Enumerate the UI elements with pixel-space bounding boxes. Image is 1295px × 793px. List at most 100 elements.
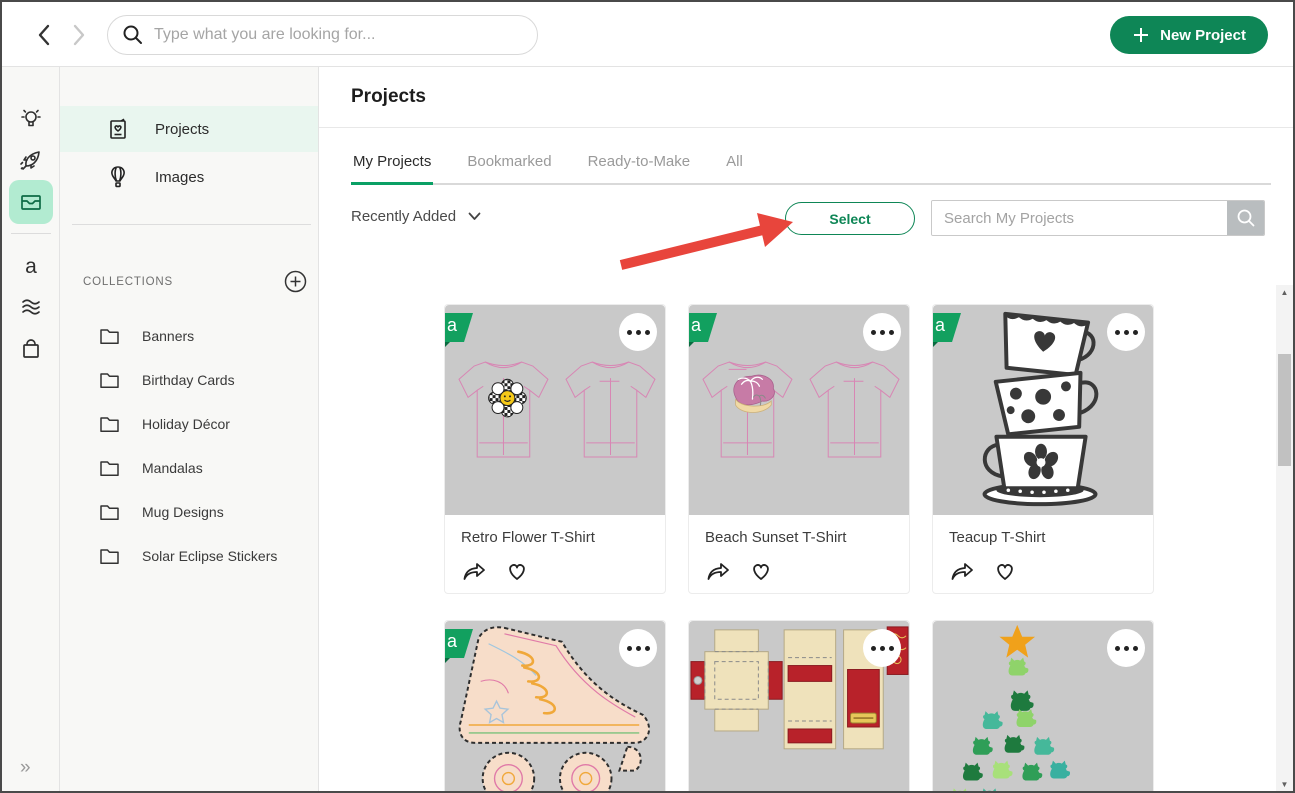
tab-my-projects[interactable]: My Projects [351,145,433,185]
main-content: Projects My Projects Bookmarked Ready-to… [319,67,1295,793]
share-icon [705,559,731,583]
rail-item-patterns[interactable] [9,285,53,329]
favorite-button[interactable] [749,559,773,583]
rail-item-projects[interactable] [9,180,53,224]
access-logo-icon: a [25,256,37,277]
rail-item-access[interactable]: a [9,244,53,288]
project-thumbnail[interactable]: a [445,305,665,515]
new-project-button[interactable]: New Project [1110,16,1268,54]
project-search-button[interactable] [1227,201,1264,235]
folder-icon [99,459,120,477]
scroll-up-button[interactable]: ▲ [1276,285,1293,301]
card-menu-button[interactable] [863,313,901,351]
heart-icon [505,559,529,583]
chevron-left-icon [37,24,51,46]
forward-button[interactable] [64,20,94,50]
card-title: Beach Sunset T-Shirt [705,529,893,546]
card-menu-button[interactable] [1107,313,1145,351]
folder-item-mandalas[interactable]: Mandalas [60,446,318,490]
folder-icon [99,547,120,565]
chevron-down-icon [468,212,481,221]
inbox-tray-icon [18,189,44,215]
expand-sidebar-button[interactable]: » [20,757,31,779]
rocket-icon [18,147,44,173]
project-card [688,620,910,793]
folder-item-holiday-decor[interactable]: Holiday Décor [60,402,318,446]
share-icon [461,559,487,583]
rail-item-inspiration[interactable] [9,97,53,141]
sort-label: Recently Added [351,208,456,225]
plus-icon [1132,26,1150,44]
project-search-input[interactable] [932,201,1227,235]
card-footer: Retro Flower T-Shirt [445,515,665,583]
select-button[interactable]: Select [785,202,915,235]
folder-item-banners[interactable]: Banners [60,314,318,358]
folder-label: Banners [142,328,194,344]
project-card: a [444,620,666,793]
card-title: Teacup T-Shirt [949,529,1137,546]
rail-item-shop[interactable] [9,327,53,371]
vertical-scrollbar[interactable]: ▲ ▼ [1276,285,1293,793]
share-button[interactable] [949,559,975,583]
heart-icon [749,559,773,583]
project-card: a Teacup T-Shirt [932,304,1154,594]
project-thumbnail[interactable] [933,621,1153,793]
sort-dropdown[interactable]: Recently Added [351,208,481,225]
global-search-input[interactable] [154,26,523,44]
favorite-button[interactable] [505,559,529,583]
projects-card-icon [107,117,129,141]
access-badge-letter: a [691,315,701,335]
heart-icon [993,559,1017,583]
sidebar-item-label: Projects [155,121,209,138]
projects-grid: a Retro Flower T-Shirt [444,304,1154,793]
back-button[interactable] [29,20,59,50]
card-menu-button[interactable] [863,629,901,667]
folder-item-solar-eclipse-stickers[interactable]: Solar Eclipse Stickers [60,534,318,578]
waves-icon [18,294,44,320]
sidebar-item-images[interactable]: Images [60,154,318,200]
page-title: Projects [351,86,426,108]
tab-ready-to-make[interactable]: Ready-to-Make [586,145,693,185]
project-thumbnail[interactable]: a [933,305,1153,515]
sidebar-item-projects[interactable]: Projects [60,106,318,152]
tab-bookmarked[interactable]: Bookmarked [465,145,553,185]
project-card: a Beach Sunset T-Shirt [688,304,910,594]
tab-bar: My Projects Bookmarked Ready-to-Make All [351,145,1271,185]
scroll-down-button[interactable]: ▼ [1276,777,1293,793]
folder-item-mug-designs[interactable]: Mug Designs [60,490,318,534]
folder-icon [99,371,120,389]
folder-icon [99,415,120,433]
new-project-label: New Project [1160,27,1246,44]
folder-label: Holiday Décor [142,416,230,432]
shopping-bag-icon [18,336,44,362]
card-menu-button[interactable] [619,629,657,667]
scrollbar-thumb[interactable] [1278,354,1291,466]
project-thumbnail[interactable]: a [689,305,909,515]
project-thumbnail[interactable]: a [445,621,665,793]
folder-label: Birthday Cards [142,372,235,388]
sidebar-item-label: Images [155,169,204,186]
project-thumbnail[interactable] [689,621,909,793]
folder-label: Mandalas [142,460,203,476]
card-title: Retro Flower T-Shirt [461,529,649,546]
annotation-arrow [607,205,807,277]
access-badge-notch [689,342,694,351]
search-icon [1236,208,1256,228]
favorite-button[interactable] [993,559,1017,583]
app-window: New Project a » Projects [0,0,1295,793]
access-badge-notch [445,658,450,667]
folder-label: Mug Designs [142,504,224,520]
card-menu-button[interactable] [619,313,657,351]
global-search [107,15,538,55]
card-menu-button[interactable] [1107,629,1145,667]
add-collection-button[interactable] [284,270,307,293]
project-card [932,620,1154,793]
folder-item-birthday-cards[interactable]: Birthday Cards [60,358,318,402]
share-button[interactable] [461,559,487,583]
top-bar: New Project [2,2,1293,67]
tab-all[interactable]: All [724,145,745,185]
access-badge-notch [933,342,938,351]
share-button[interactable] [705,559,731,583]
rail-item-getting-started[interactable] [9,138,53,182]
icon-rail: a » [2,67,60,793]
